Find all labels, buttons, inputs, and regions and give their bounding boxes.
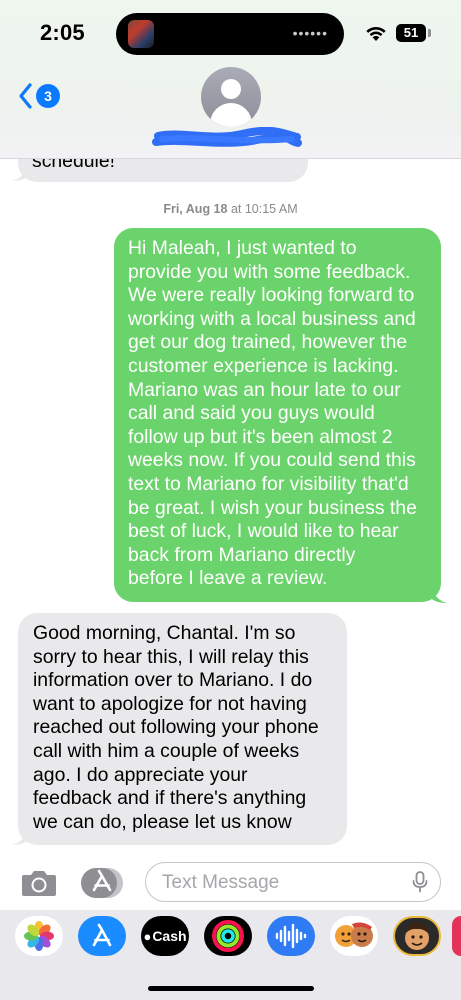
message-text: Good morning, Chantal. I'm so sorry to h… — [33, 622, 335, 834]
message-text: schedule! — [32, 158, 116, 173]
message-line: feedback and if there's anything — [33, 787, 307, 810]
avatar-body — [210, 103, 252, 127]
message-field[interactable] — [145, 862, 441, 902]
camera-icon[interactable] — [20, 868, 58, 898]
audio-message-app-icon[interactable] — [267, 916, 315, 956]
avatar-head — [221, 79, 241, 99]
apple-logo-icon: ● — [143, 928, 152, 944]
message-line: best of luck, I would like to hear — [128, 520, 399, 543]
message-line: weeks now. If you could send this — [128, 449, 416, 472]
imessage-app-drawer: ● Cash — [0, 910, 461, 1000]
message-line: want to apologize for not having — [33, 692, 307, 715]
memoji-stickers-app-icon[interactable] — [330, 916, 378, 956]
apple-cash-app-icon[interactable]: ● Cash — [141, 916, 189, 956]
received-message-bubble[interactable]: schedule! — [18, 158, 308, 182]
message-line: information over to Mariano. I do — [33, 669, 313, 692]
status-time: 2:05 — [40, 20, 85, 45]
bubble-tail — [12, 164, 28, 181]
message-line: get our dog trained, however the — [128, 331, 408, 354]
contact-avatar[interactable] — [201, 67, 261, 127]
compose-bar — [0, 858, 461, 910]
chevron-left-icon — [19, 83, 32, 109]
sent-message-bubble[interactable]: Hi Maleah, I just wanted to provide you … — [114, 228, 441, 602]
back-button[interactable]: 3 — [18, 82, 60, 110]
message-line: call and said you guys would — [128, 402, 375, 425]
message-text: Hi Maleah, I just wanted to provide you … — [128, 237, 429, 591]
bubble-tail — [431, 586, 447, 603]
redacted-contact-name[interactable] — [152, 127, 302, 151]
message-input[interactable] — [160, 870, 404, 896]
battery-indicator: 51 — [396, 24, 426, 42]
timestamp-time: at 10:15 AM — [227, 202, 298, 216]
photos-app-icon[interactable] — [15, 916, 63, 956]
message-line: Hi Maleah, I just wanted to — [128, 237, 357, 259]
memoji-app-icon[interactable] — [393, 916, 441, 956]
message-thread[interactable]: schedule! Fri, Aug 18 at 10:15 AM Hi Mal… — [0, 158, 461, 858]
message-line: provide you with some feedback. — [128, 260, 411, 283]
message-line: sorry to hear this, I will relay this — [33, 645, 309, 668]
message-line: be great. I wish your business the — [128, 496, 417, 519]
message-line: before I leave a review. — [128, 567, 328, 590]
cash-label: Cash — [152, 928, 187, 944]
message-line: customer experience is lacking. — [128, 354, 399, 377]
home-indicator[interactable] — [148, 986, 314, 991]
timestamp-day: Fri, Aug 18 — [163, 202, 228, 216]
message-line: reached out following your phone — [33, 716, 319, 739]
app-store-app-icon[interactable] — [78, 916, 126, 956]
memoji-faces-icon — [335, 922, 373, 947]
message-line: follow up but it's been almost 2 — [128, 425, 393, 448]
fitness-app-icon[interactable] — [204, 916, 252, 956]
waveform-icon — [275, 923, 307, 949]
message-line: working with a local business and — [128, 307, 416, 330]
message-line: Mariano was an hour late to our — [128, 378, 401, 401]
app-store-glyph-icon — [92, 923, 112, 947]
message-line: text to Mariano for visibility that'd — [128, 472, 409, 495]
now-playing-artwork — [128, 20, 154, 48]
message-line: Good morning, Chantal. I'm so — [33, 622, 296, 644]
bubble-tail — [12, 828, 28, 845]
message-line: back from Mariano directly — [128, 543, 356, 566]
activity-rings-icon — [212, 920, 244, 952]
message-line: call with him a couple of weeks — [33, 739, 300, 762]
memoji-face-icon — [405, 922, 429, 950]
received-message-bubble[interactable]: Good morning, Chantal. I'm so sorry to h… — [18, 613, 347, 845]
message-line: we can do, please let us know — [33, 810, 292, 833]
dynamic-island[interactable]: •••••• — [116, 13, 344, 55]
battery-cap — [428, 29, 431, 37]
audio-waveform-icon: •••••• — [292, 25, 328, 41]
message-line: ago. I do appreciate your — [33, 763, 248, 786]
message-line: We were really looking forward to — [128, 284, 415, 307]
wifi-icon — [366, 26, 386, 41]
app-store-icon[interactable] — [80, 867, 124, 899]
photos-flower-icon — [24, 921, 54, 951]
message-timestamp: Fri, Aug 18 at 10:15 AM — [0, 202, 461, 216]
partially-visible-app-icon[interactable] — [452, 916, 461, 956]
conversation-header: 2:05 •••••• 51 3 — [0, 0, 461, 159]
unread-count-badge: 3 — [36, 84, 60, 108]
microphone-icon[interactable] — [412, 871, 428, 893]
